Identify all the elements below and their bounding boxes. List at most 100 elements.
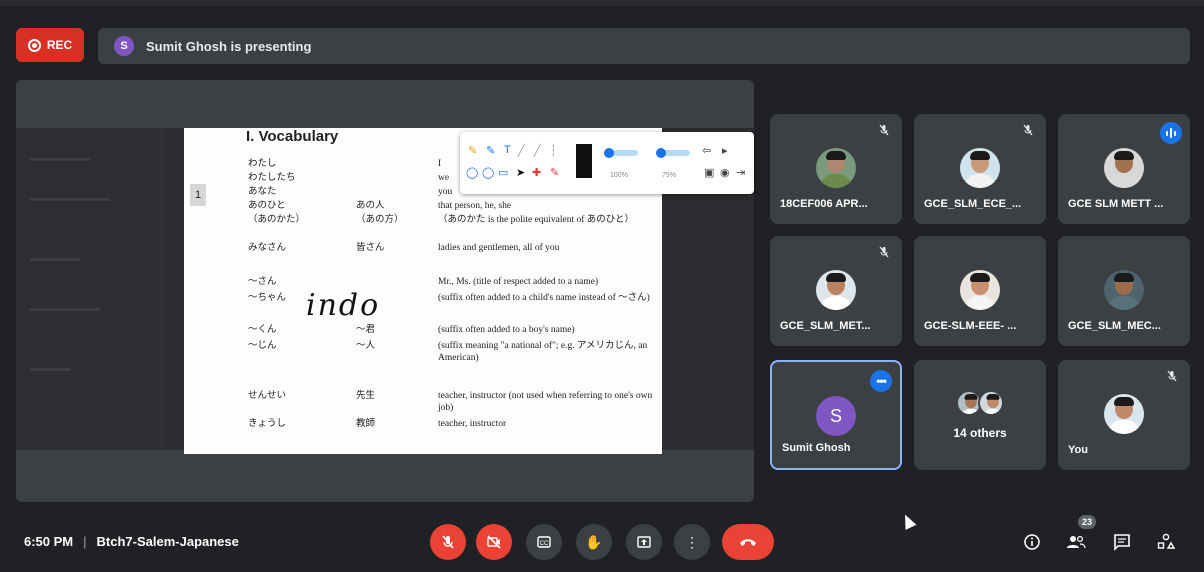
vocabulary-en: that person, he, she <box>438 201 512 211</box>
vocabulary-en: (suffix often added to a child's name in… <box>438 293 650 303</box>
undo-icon[interactable]: ⇦ <box>702 144 711 157</box>
participant-tile[interactable]: GCE_SLM_ECE_... <box>914 114 1046 224</box>
highlighter-icon[interactable]: ✎ <box>486 144 495 157</box>
rectangle-tool-icon[interactable]: ▭ <box>498 166 508 179</box>
people-button[interactable] <box>1064 530 1088 554</box>
participant-tile[interactable]: GCE-SLM-EEE- ... <box>914 236 1046 346</box>
mic-off-icon <box>442 535 454 549</box>
pencil-icon[interactable]: ✎ <box>468 144 477 157</box>
participant-count-badge: 23 <box>1078 515 1096 529</box>
participant-tile[interactable]: GCE_SLM_MEC... <box>1058 236 1190 346</box>
recording-badge[interactable]: REC <box>16 28 84 62</box>
record-icon <box>27 38 41 52</box>
clear-icon[interactable]: ✎ <box>550 166 559 179</box>
raise-hand-button[interactable]: ✋ <box>576 524 612 560</box>
exit-icon[interactable]: ⇥ <box>736 166 745 179</box>
meeting-name: Btch7-Salem-Japanese <box>96 534 239 549</box>
vocabulary-jp: きょうし <box>248 419 287 429</box>
opacity-slider[interactable] <box>604 148 638 158</box>
vocabulary-kanji: ～人 <box>356 341 376 351</box>
participant-name: GCE_SLM_MET... <box>780 320 871 332</box>
save-icon[interactable]: ▣ <box>704 166 714 179</box>
participant-name: You <box>1068 444 1088 456</box>
vocabulary-en: (suffix often added to a boy's name) <box>438 325 575 335</box>
hide-icon[interactable]: ◉ <box>720 166 730 179</box>
vocabulary-en: （あのかた is the polite equivalent of あのひと） <box>438 215 635 225</box>
handwritten-annotation: indo <box>306 288 381 323</box>
others-avatar-stack <box>956 390 1006 416</box>
participant-tile[interactable]: 14 others <box>914 360 1046 470</box>
muted-mic-icon <box>878 124 890 139</box>
document-section-title: I. Vocabulary <box>246 128 339 145</box>
vocabulary-jp: わたしたち <box>248 173 296 183</box>
more-options-button[interactable]: ⋮ <box>674 524 710 560</box>
presenting-text: Sumit Ghosh is presenting <box>146 38 312 54</box>
meeting-info-button[interactable] <box>1020 530 1044 554</box>
participant-avatar <box>1104 394 1144 434</box>
camera-off-icon <box>487 535 501 549</box>
meeting-details: 6:50 PM | Btch7-Salem-Japanese <box>24 534 239 549</box>
activities-icon <box>1157 533 1175 549</box>
participant-avatar <box>960 148 1000 188</box>
people-icon <box>1067 535 1086 549</box>
eraser-icon[interactable]: ✚ <box>532 166 541 179</box>
vocabulary-kanji: あの人 <box>356 201 385 211</box>
call-controls-bar: 6:50 PM | Btch7-Salem-Japanese CC ✋ ⋮ 23 <box>0 512 1204 572</box>
vocabulary-kanji: （あの方） <box>356 215 404 225</box>
participant-tile[interactable]: S ••• Sumit Ghosh <box>770 360 902 470</box>
participant-tile[interactable]: 18CEF006 APR... <box>770 114 902 224</box>
leave-call-button[interactable] <box>722 524 774 560</box>
chat-icon <box>1114 534 1130 551</box>
more-options-icon: ⋮ <box>685 533 699 550</box>
muted-mic-icon <box>878 246 890 261</box>
participant-name: Sumit Ghosh <box>782 442 851 454</box>
participant-tile[interactable]: GCE_SLM_MET... <box>770 236 902 346</box>
chat-button[interactable] <box>1110 530 1134 554</box>
size-slider[interactable] <box>656 148 690 158</box>
window-top-edge <box>0 0 1204 6</box>
vocabulary-kanji: ～君 <box>356 325 376 335</box>
vocabulary-en: Mr., Ms. (title of respect added to a na… <box>438 277 599 287</box>
ellipse-tool-icon[interactable]: ◯ <box>466 166 478 179</box>
tile-more-options-icon[interactable]: ••• <box>870 370 892 392</box>
select-tool-icon[interactable]: ➤ <box>516 166 525 179</box>
line-tool-icon[interactable]: ╱ <box>518 144 525 157</box>
vocabulary-kanji: 教師 <box>356 419 376 429</box>
circle-tool-icon[interactable]: ◯ <box>482 166 494 179</box>
participant-tile[interactable]: You <box>1058 360 1190 470</box>
participant-avatar <box>816 270 856 310</box>
vocabulary-jp: ～さん <box>248 277 277 287</box>
participant-name: 14 others <box>953 426 1007 440</box>
vocabulary-jp: あなた <box>248 187 277 197</box>
vocabulary-jp: せんせい <box>248 391 287 401</box>
vocabulary-jp: あのひと <box>248 201 286 211</box>
arrow-tool-icon[interactable]: ╱ <box>534 144 541 157</box>
page-number: 1 <box>190 184 206 206</box>
present-icon <box>637 536 651 548</box>
participant-name: GCE_SLM_ECE_... <box>924 198 1022 210</box>
others-avatar <box>978 390 1004 416</box>
camera-toggle-button[interactable] <box>476 524 512 560</box>
vocabulary-kanji: 皆さん <box>356 243 385 253</box>
redo-icon[interactable]: ▸ <box>722 144 728 157</box>
background-app-ghost <box>16 128 166 450</box>
opacity-label: 100% <box>610 172 628 179</box>
participant-avatar <box>960 270 1000 310</box>
present-button[interactable] <box>626 524 662 560</box>
mic-toggle-button[interactable] <box>430 524 466 560</box>
participant-tile[interactable]: GCE SLM METT ... <box>1058 114 1190 224</box>
captions-button[interactable]: CC <box>526 524 562 560</box>
participant-name: GCE_SLM_MEC... <box>1068 320 1161 332</box>
participant-name: GCE-SLM-EEE- ... <box>924 320 1017 332</box>
speaking-indicator-icon <box>1160 122 1182 144</box>
presenting-banner: S Sumit Ghosh is presenting <box>98 28 1190 64</box>
dash-tool-icon[interactable]: ┆ <box>550 144 557 157</box>
info-icon <box>1024 534 1040 550</box>
color-swatch[interactable] <box>576 144 592 178</box>
leave-call-icon <box>740 539 756 546</box>
vocabulary-jp: （あのかた） <box>248 215 306 225</box>
raise-hand-icon: ✋ <box>585 533 603 550</box>
text-tool-icon[interactable]: T <box>504 144 511 156</box>
participant-avatar <box>1104 148 1144 188</box>
activities-button[interactable] <box>1154 530 1178 554</box>
